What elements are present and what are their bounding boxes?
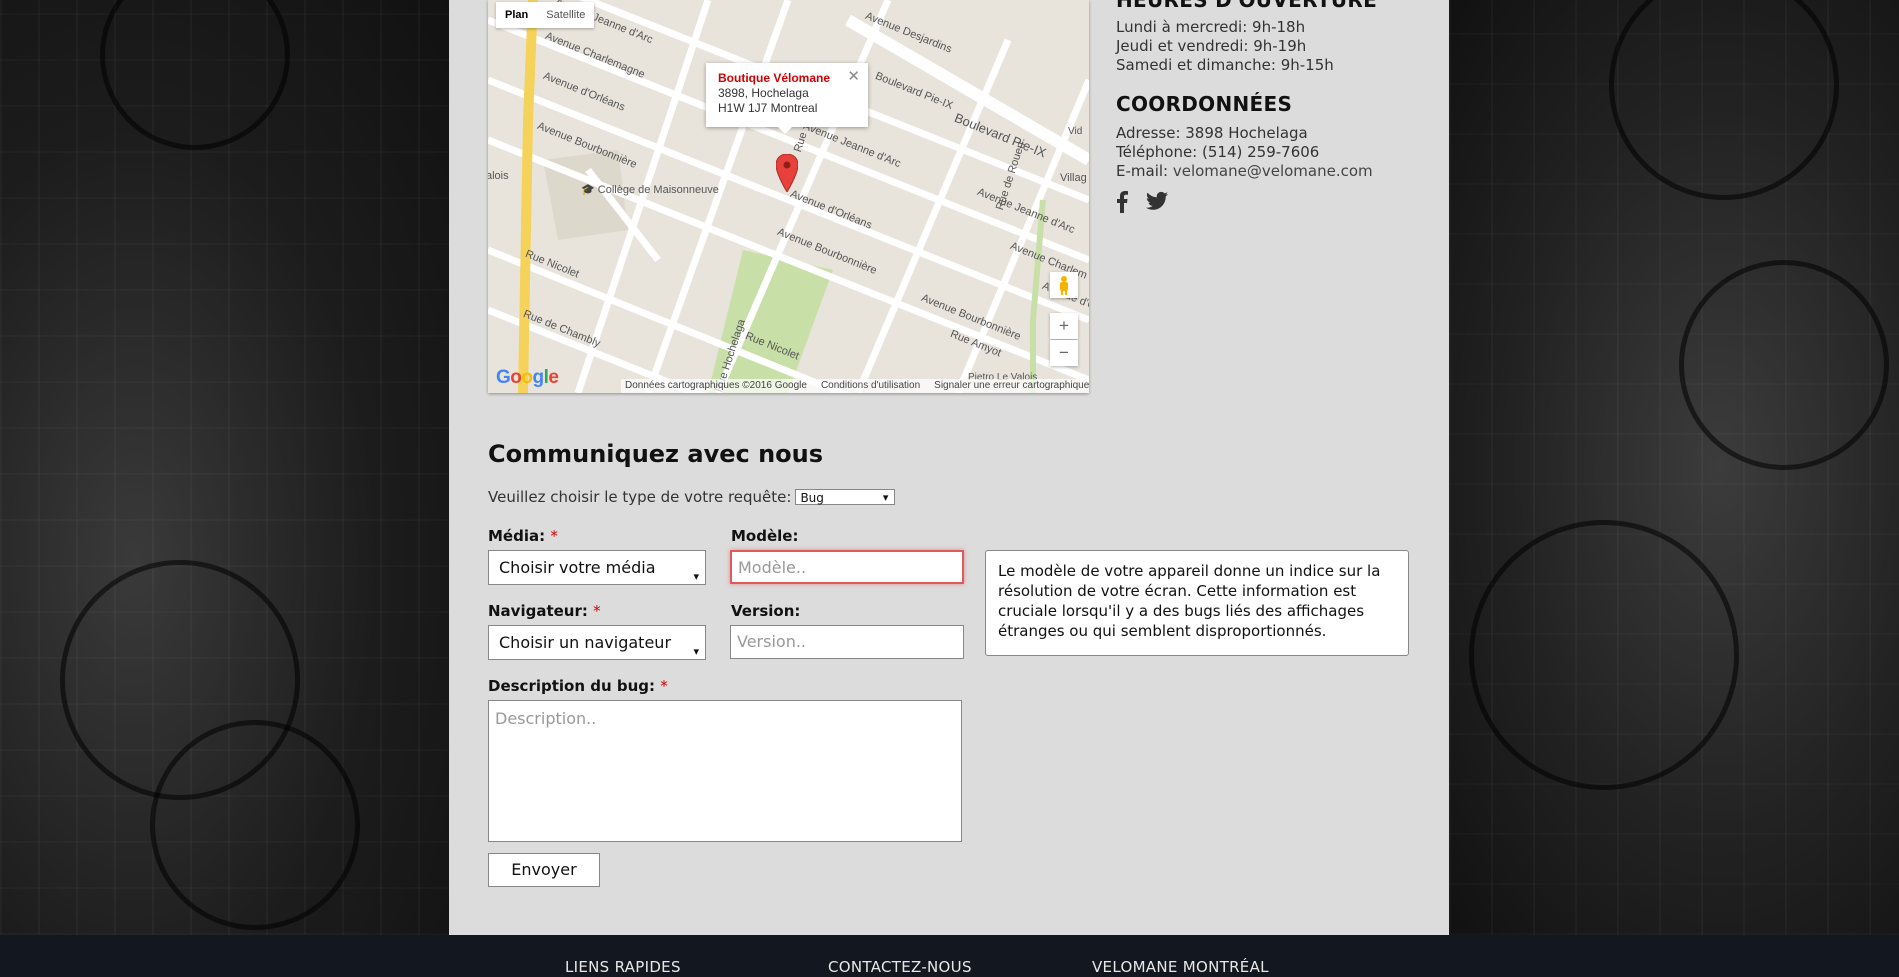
description-label: Description du bug: * bbox=[488, 677, 668, 695]
hours-heading: HEURES D'OUVERTURE bbox=[1116, 0, 1378, 12]
bike-wheel-decoration bbox=[150, 720, 360, 930]
info-window-title: Boutique Vélomane bbox=[718, 71, 831, 85]
request-type-row: Veuillez choisir le type de votre requêt… bbox=[488, 488, 896, 506]
bike-wheel-decoration bbox=[100, 0, 290, 150]
main-content: Avenue Jeanne d'Arc Avenue Charlemagne A… bbox=[449, 0, 1449, 935]
info-window-street: 3898, Hochelaga bbox=[718, 86, 809, 100]
contact-list: Adresse: 3898 Hochelaga Téléphone: (514)… bbox=[1116, 124, 1373, 213]
background-right bbox=[1449, 0, 1899, 935]
version-label: Version: bbox=[731, 602, 801, 620]
close-icon[interactable]: ✕ bbox=[847, 69, 860, 84]
bike-wheel-decoration bbox=[1679, 260, 1889, 470]
map-marker-icon[interactable] bbox=[776, 154, 798, 192]
model-input[interactable]: Modèle.. bbox=[730, 550, 964, 584]
hours-line: Samedi et dimanche: 9h-15h bbox=[1116, 56, 1334, 74]
media-label: Média: * bbox=[488, 527, 558, 545]
campus-name: Collège de Maisonneuve bbox=[597, 184, 719, 196]
map-terms-link[interactable]: Conditions d'utilisation bbox=[821, 379, 920, 393]
submit-button[interactable]: Envoyer bbox=[488, 853, 600, 887]
footer-velomane[interactable]: VELOMANE MONTRÉAL bbox=[1092, 958, 1269, 976]
model-label: Modèle: bbox=[731, 527, 799, 545]
map-type-satellite-button[interactable]: Satellite bbox=[537, 2, 594, 28]
google-logo: Google bbox=[496, 367, 559, 388]
media-select[interactable]: Choisir votre média bbox=[488, 550, 706, 593]
street-label: Vid bbox=[1068, 126, 1083, 137]
facebook-icon[interactable] bbox=[1116, 191, 1128, 213]
map-attribution-bar: Données cartographiques ©2016 Google Con… bbox=[621, 379, 1089, 393]
zoom-out-button[interactable]: − bbox=[1050, 340, 1078, 366]
map-type-control: Plan Satellite bbox=[496, 2, 595, 28]
footer-contact[interactable]: CONTACTEZ-NOUS bbox=[828, 958, 972, 976]
required-marker: * bbox=[550, 527, 558, 545]
browser-select[interactable]: Choisir un navigateur bbox=[488, 625, 706, 668]
campus-label: 🎓 Collège de Maisonneuve bbox=[581, 184, 719, 196]
map-attribution: Données cartographiques ©2016 Google bbox=[625, 380, 807, 391]
pegman-icon[interactable] bbox=[1050, 272, 1078, 298]
browser-label-text: Navigateur: bbox=[488, 602, 588, 620]
social-links bbox=[1116, 191, 1373, 213]
description-label-text: Description du bug: bbox=[488, 677, 656, 695]
street-label: Villag bbox=[1060, 172, 1087, 184]
map-report-link[interactable]: Signaler une erreur cartographique bbox=[934, 379, 1089, 393]
google-map[interactable]: Avenue Jeanne d'Arc Avenue Charlemagne A… bbox=[488, 0, 1089, 393]
bike-wheel-decoration bbox=[1609, 0, 1839, 200]
model-help-tooltip: Le modèle de votre appareil donne un ind… bbox=[985, 550, 1409, 656]
email-link[interactable]: velomane@velomane.com bbox=[1173, 162, 1373, 180]
map-type-plan-button[interactable]: Plan bbox=[496, 2, 537, 28]
request-type-select[interactable]: Bug bbox=[795, 489, 896, 506]
hours-list: Lundi à mercredi: 9h-18h Jeudi et vendre… bbox=[1116, 18, 1334, 75]
map-info-window: ✕ Boutique Vélomane 3898, Hochelaga H1W … bbox=[706, 63, 868, 134]
address-text: Adresse: 3898 Hochelaga bbox=[1116, 124, 1308, 142]
footer: LIENS RAPIDES CONTACTEZ-NOUS VELOMANE MO… bbox=[0, 935, 1899, 977]
required-marker: * bbox=[593, 602, 601, 620]
media-label-text: Média: bbox=[488, 527, 546, 545]
required-marker: * bbox=[660, 677, 668, 695]
hours-line: Jeudi et vendredi: 9h-19h bbox=[1116, 37, 1307, 55]
request-type-label: Veuillez choisir le type de votre requêt… bbox=[488, 488, 792, 506]
hours-line: Lundi à mercredi: 9h-18h bbox=[1116, 18, 1306, 36]
contact-heading: COORDONNÉES bbox=[1116, 92, 1293, 116]
bike-wheel-decoration bbox=[1469, 520, 1739, 790]
phone-text: Téléphone: (514) 259-7606 bbox=[1116, 143, 1320, 161]
browser-label: Navigateur: * bbox=[488, 602, 601, 620]
zoom-in-button[interactable]: + bbox=[1050, 313, 1078, 339]
info-window-city: H1W 1J7 Montreal bbox=[718, 101, 818, 115]
twitter-icon[interactable] bbox=[1146, 191, 1168, 211]
form-title: Communiquez avec nous bbox=[488, 440, 824, 468]
background-left bbox=[0, 0, 449, 935]
version-input[interactable]: Version.. bbox=[730, 625, 964, 659]
description-textarea[interactable]: Description.. bbox=[488, 700, 962, 842]
email-label: E-mail: bbox=[1116, 162, 1173, 180]
street-label: alois bbox=[488, 170, 509, 182]
footer-quick-links[interactable]: LIENS RAPIDES bbox=[565, 958, 681, 976]
